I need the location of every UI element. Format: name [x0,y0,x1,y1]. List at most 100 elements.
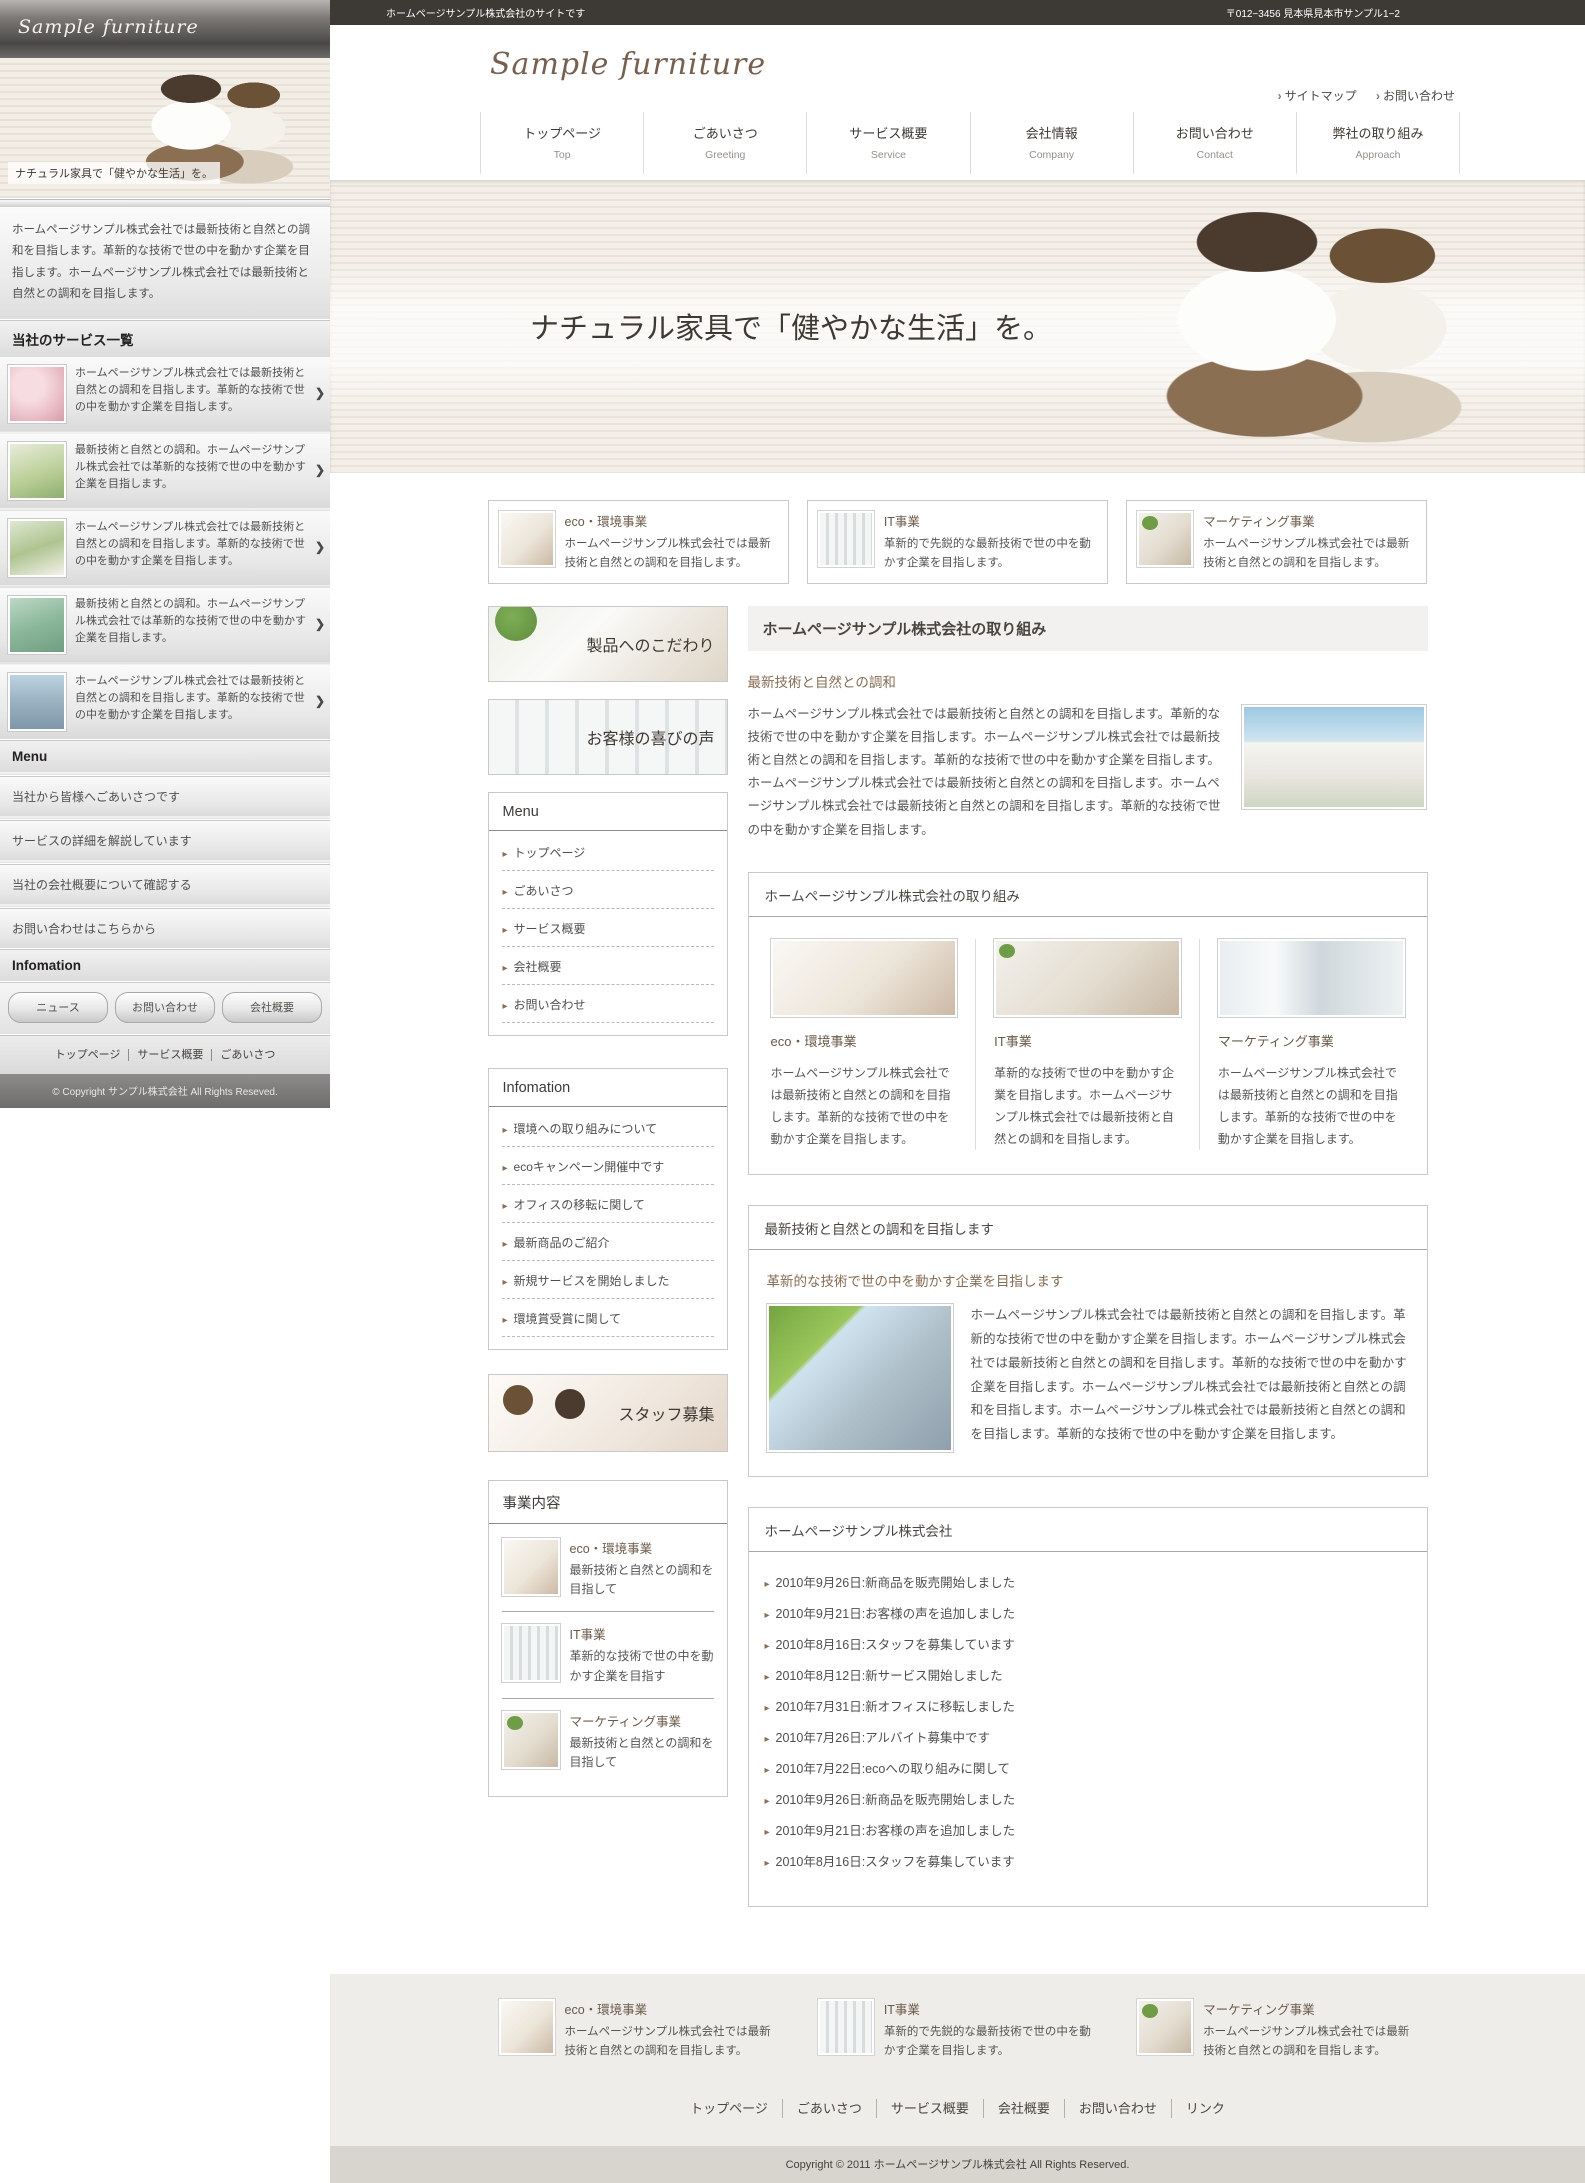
nav-label-jp: 弊社の取り組み [1297,123,1459,142]
sub-column: 製品へのこだわり お客様の喜びの声 Menu ▸トップページ ▸ごあいさつ ▸サ… [488,606,728,1908]
nav-label-jp: サービス概要 [807,123,969,142]
footer-nav-links[interactable]: リンク [1171,2099,1239,2118]
site-logo[interactable]: Sample furniture [490,47,766,82]
sidebar-service-item[interactable]: 最新技術と自然との調和。ホームページサンプル株式会社では革新的な技術で世の中を動… [0,588,330,662]
products-banner[interactable]: 製品へのこだわり [488,606,728,682]
info-box-item-label: 新規サービスを開始しました [514,1274,670,1288]
arrow-icon: ▸ [503,1277,508,1288]
news-item[interactable]: ▸ 2010年9月26日:新商品を販売開始しました [765,1566,1411,1597]
contact-button[interactable]: お問い合わせ [115,992,215,1023]
footer-service-title-link[interactable]: IT事業 [884,1999,920,2018]
news-item[interactable]: ▸2010年7月31日:新オフィスに移転しました [765,1690,1411,1721]
hero-couple-photo [1105,198,1485,473]
sidebar-footer-links: トップページサービス概要ごあいさつ [0,1034,330,1074]
footer-nav-company[interactable]: 会社概要 [983,2099,1064,2118]
info-box-item[interactable]: ▸環境への取り組みについて [502,1109,714,1147]
approach-title-link[interactable]: マーケティング事業 [1218,1031,1334,1050]
company-button[interactable]: 会社概要 [222,992,322,1023]
nav-item-service[interactable]: サービス概要Service [806,112,969,174]
nav-item-top[interactable]: トップページTop [480,112,643,174]
sitemap-link[interactable]: ›サイトマップ [1278,89,1357,103]
chevron-right-icon: › [1278,89,1282,103]
menu-box-item-company[interactable]: ▸会社概要 [502,947,714,985]
laptop-hands-photo [771,939,958,1017]
sidebar-link-top[interactable]: トップページ [47,1049,129,1061]
arrow-icon: ▸ [503,1239,508,1250]
info-box-item[interactable]: ▸ecoキャンペーン開催中です [502,1147,714,1185]
menu-box-item-top[interactable]: ▸トップページ [502,833,714,871]
sidebar-menu-item-contact[interactable]: お問い合わせはこちらから [0,907,330,948]
menu-box-item-label: ごあいさつ [514,884,574,898]
footer-service-title-link[interactable]: マーケティング事業 [1203,1999,1315,2018]
sidebar-menu-heading: Menu [0,739,330,772]
footer-service-title-link[interactable]: eco・環境事業 [565,1999,648,2018]
sidebar-link-service[interactable]: サービス概要 [128,1049,211,1061]
menu-box-item-greeting[interactable]: ▸ ごあいさつ [502,871,714,909]
news-button[interactable]: ニュース [8,992,108,1023]
footer-nav-contact[interactable]: お問い合わせ [1064,2099,1171,2118]
news-item[interactable]: ▸2010年8月16日:スタッフを募集しています [765,1628,1411,1659]
news-item-label: 2010年9月21日:お客様の声を追加しました [776,1607,1016,1621]
approach-title-link[interactable]: eco・環境事業 [771,1031,857,1050]
service-title-link[interactable]: IT事業 [884,511,920,530]
info-box-item[interactable]: ▸ 新規サービスを開始しました [502,1261,714,1299]
service-title-link[interactable]: マーケティング事業 [1203,511,1315,530]
staff-recruit-banner[interactable]: スタッフ募集 [488,1374,728,1452]
news-item[interactable]: ▸2010年9月26日:新商品を販売開始しました [765,1783,1411,1814]
sidebar-menu-item-greeting[interactable]: 当社から皆様へごあいさつです [0,775,330,816]
woman-field-photo [8,442,66,500]
harmony-subheading: 革新的な技術で世の中を動かす企業を目指します [767,1270,1409,1290]
info-box-item[interactable]: ▸オフィスの移転に関して [502,1185,714,1223]
service-desc: ホームページサンプル株式会社では最新技術と自然との調和を目指します。 [565,535,778,573]
sidebar-link-greeting[interactable]: ごあいさつ [211,1049,283,1061]
sidebar-service-text: 最新技術と自然との調和。ホームページサンプル株式会社では革新的な技術で世の中を動… [75,596,310,654]
news-item-label: 2010年9月26日:新商品を販売開始しました [776,1576,1016,1590]
info-box-item[interactable]: ▸最新商品のご紹介 [502,1223,714,1261]
menu-box-item-contact[interactable]: ▸お問い合わせ [502,985,714,1023]
sidebar-service-item[interactable]: ホームページサンプル株式会社では最新技術と自然との調和を目指します。革新的な技術… [0,357,330,431]
news-item[interactable]: ▸2010年8月16日:スタッフを募集しています [765,1845,1411,1876]
footer-service-box-eco: eco・環境事業 ホームページサンプル株式会社では最新技術と自然との調和を目指し… [488,1988,789,2072]
news-item[interactable]: ▸2010年7月22日:ecoへの取り組みに関して [765,1752,1411,1783]
info-box-item[interactable]: ▸環境賞受賞に関して [502,1299,714,1337]
sidebar-service-item[interactable]: ホームページサンプル株式会社では最新技術と自然との調和を目指します。革新的な技術… [0,511,330,585]
news-item[interactable]: ▸2010年8月12日:新サービス開始しました [765,1659,1411,1690]
nav-item-contact[interactable]: お問い合わせContact [1133,112,1296,174]
sidebar-service-item[interactable]: ホームページサンプル株式会社では最新技術と自然との調和を目指します。革新的な技術… [0,665,330,739]
arrow-icon: ▸ [765,1579,770,1590]
news-item[interactable]: ▸2010年9月21日:お客様の声を追加しました [765,1597,1411,1628]
footer-nav-top[interactable]: トップページ [676,2099,782,2118]
nav-label-jp: トップページ [481,123,643,142]
nav-label-jp: 会社情報 [971,123,1133,142]
arrow-icon: ▸ [503,887,508,898]
sidebar-menu-item-service[interactable]: サービスの詳細を解説しています [0,819,330,860]
nav-item-greeting[interactable]: ごあいさつGreeting [643,112,806,174]
nav-item-approach[interactable]: 弊社の取り組みApproach [1296,112,1460,174]
sidebar-service-item[interactable]: 最新技術と自然との調和。ホームページサンプル株式会社では革新的な技術で世の中を動… [0,434,330,508]
news-item[interactable]: ▸2010年7月26日:アルバイト募集中です [765,1721,1411,1752]
voice-banner[interactable]: お客様の喜びの声 [488,699,728,775]
sidebar-logo: Sample furniture [18,16,199,38]
footer-nav-greeting[interactable]: ごあいさつ [782,2099,876,2118]
arrow-icon: ▸ [765,1858,770,1869]
service-box-it: IT事業 革新的で先鋭的な最新技術で世の中を動かす企業を目指します。 [807,500,1108,584]
sidebar-menu-item-company[interactable]: 当社の会社概要について確認する [0,863,330,904]
office-pillar-photo [1218,939,1405,1017]
info-box-heading: Infomation [489,1069,727,1107]
business-title-link[interactable]: eco・環境事業 [570,1538,653,1557]
business-title-link[interactable]: マーケティング事業 [570,1711,682,1730]
approach-body: 革新的な技術で世の中を動かす企業を目指します。ホームページサンプル株式会社では最… [994,1062,1181,1151]
nav-item-company[interactable]: 会社情報Company [970,112,1133,174]
service-desc: ホームページサンプル株式会社では最新技術と自然との調和を目指します。 [1203,535,1416,573]
footer-nav-service[interactable]: サービス概要 [876,2099,983,2118]
contact-link[interactable]: ›お問い合わせ [1376,89,1455,103]
arrow-icon: ▸ [503,1001,508,1012]
chevron-right-icon: ❯ [315,694,325,708]
service-title-link[interactable]: eco・環境事業 [565,511,648,530]
contact-link-label: お問い合わせ [1383,89,1455,103]
menu-box-item-service[interactable]: ▸サービス概要 [502,909,714,947]
business-box: 事業内容 eco・環境事業 最新技術と自然との調和を目指して IT事業 革新的な… [488,1480,728,1797]
approach-title-link[interactable]: IT事業 [994,1031,1032,1050]
news-item[interactable]: ▸2010年9月21日:お客様の声を追加しました [765,1814,1411,1845]
business-title-link[interactable]: IT事業 [570,1624,606,1643]
